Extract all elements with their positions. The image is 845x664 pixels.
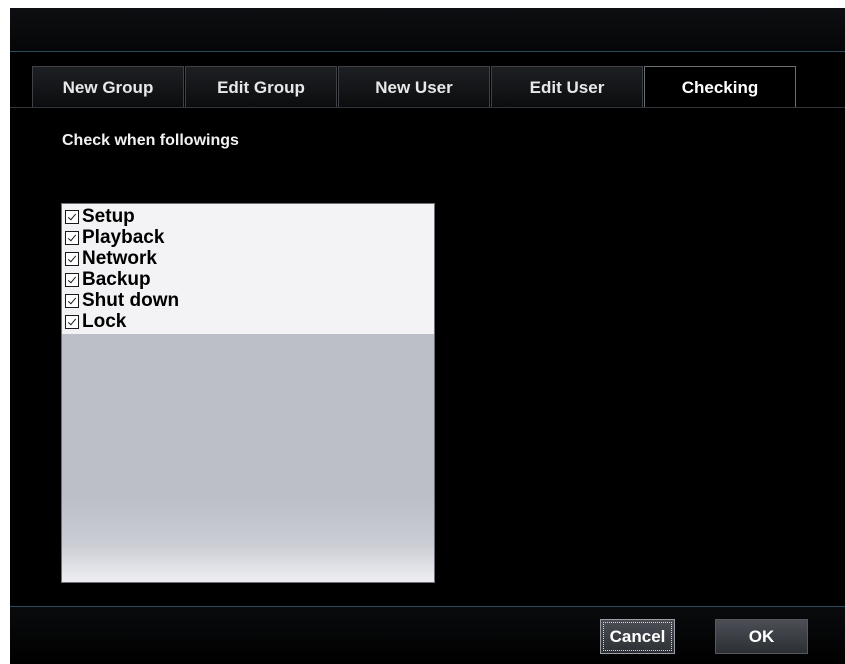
list-item-label: Playback bbox=[82, 227, 165, 248]
tab-edit-user[interactable]: Edit User bbox=[491, 66, 643, 108]
cancel-button[interactable]: Cancel bbox=[600, 619, 675, 654]
tab-new-user[interactable]: New User bbox=[338, 66, 490, 108]
tab-bar: New Group Edit Group New User Edit User … bbox=[32, 66, 797, 108]
checkbox-checked-icon[interactable] bbox=[65, 314, 79, 329]
list-item-label: Network bbox=[82, 248, 157, 269]
tab-new-group[interactable]: New Group bbox=[32, 66, 184, 108]
tab-divider bbox=[10, 107, 845, 108]
list-item-setup[interactable]: Setup bbox=[62, 206, 434, 227]
check-list[interactable]: Setup Playback Network Backup Shut down … bbox=[61, 203, 435, 583]
list-item-playback[interactable]: Playback bbox=[62, 227, 434, 248]
tab-edit-group[interactable]: Edit Group bbox=[185, 66, 337, 108]
list-item-label: Setup bbox=[82, 206, 135, 227]
checkbox-checked-icon[interactable] bbox=[65, 293, 79, 308]
checkbox-checked-icon[interactable] bbox=[65, 251, 79, 266]
list-item-shut-down[interactable]: Shut down bbox=[62, 290, 434, 311]
list-item-backup[interactable]: Backup bbox=[62, 269, 434, 290]
checkbox-checked-icon[interactable] bbox=[65, 272, 79, 287]
checkbox-checked-icon[interactable] bbox=[65, 209, 79, 224]
list-item-label: Backup bbox=[82, 269, 151, 290]
list-item-label: Shut down bbox=[82, 290, 180, 311]
check-list-items: Setup Playback Network Backup Shut down … bbox=[62, 204, 434, 334]
checkbox-checked-icon[interactable] bbox=[65, 230, 79, 245]
title-bar bbox=[10, 8, 845, 52]
footer-bar: Cancel OK bbox=[10, 606, 845, 664]
list-item-lock[interactable]: Lock bbox=[62, 311, 434, 332]
list-item-network[interactable]: Network bbox=[62, 248, 434, 269]
tab-checking[interactable]: Checking bbox=[644, 66, 796, 108]
ok-button[interactable]: OK bbox=[715, 619, 808, 654]
user-management-dialog: New Group Edit Group New User Edit User … bbox=[10, 8, 845, 664]
section-label: Check when followings bbox=[62, 132, 239, 149]
list-item-label: Lock bbox=[82, 311, 127, 332]
